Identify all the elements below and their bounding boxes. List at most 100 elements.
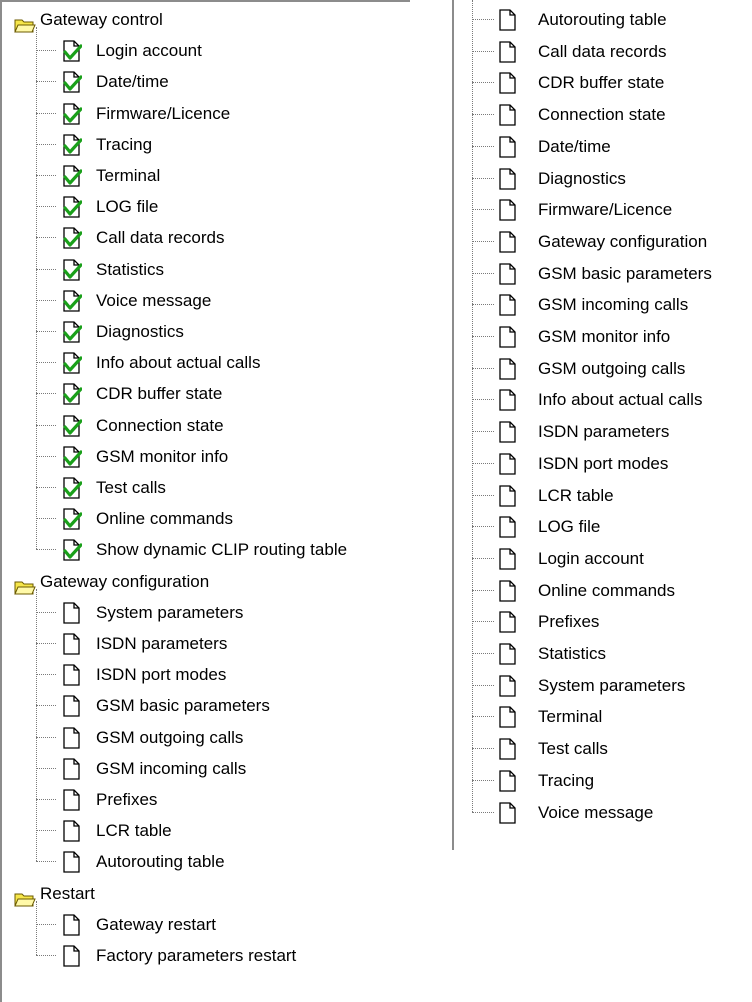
tree-item[interactable]: Login account [2, 35, 407, 66]
tree-item[interactable]: ISDN port modes [2, 659, 407, 690]
list-item-label: Diagnostics [538, 168, 626, 188]
tree-item[interactable]: ISDN parameters [2, 628, 407, 659]
tree-item[interactable]: System parameters [2, 597, 407, 628]
list-item[interactable]: GSM outgoing calls [454, 353, 752, 384]
list-item[interactable]: Firmware/Licence [454, 194, 752, 225]
page-icon [62, 695, 82, 718]
tree-connector [472, 82, 494, 84]
tree-item[interactable]: LCR table [2, 815, 407, 846]
page-icon [498, 453, 518, 475]
tree-item[interactable]: CDR buffer state [2, 378, 407, 409]
list-item[interactable]: Call data records [454, 36, 752, 67]
list-item[interactable]: Test calls [454, 733, 752, 764]
list-item[interactable]: Statistics [454, 638, 752, 669]
list-item[interactable]: LOG file [454, 511, 752, 542]
page-icon [62, 820, 82, 842]
tree-item-label: CDR buffer state [96, 384, 223, 404]
list-item[interactable]: Tracing [454, 765, 752, 796]
tree-connector [472, 399, 494, 401]
page-icon [498, 294, 518, 316]
list-item[interactable]: ISDN parameters [454, 416, 752, 447]
tree-item[interactable]: Prefixes [2, 784, 407, 815]
tree-item[interactable]: Diagnostics [2, 316, 407, 347]
tree-item[interactable]: LOG file [2, 191, 407, 222]
tree-connector [472, 684, 494, 686]
list-item[interactable]: Prefixes [454, 606, 752, 637]
list-item[interactable]: Diagnostics [454, 163, 752, 194]
list-item[interactable]: Terminal [454, 701, 752, 732]
tree-item-label: Gateway restart [96, 914, 216, 934]
list-item-label: Terminal [538, 707, 603, 727]
list-item[interactable]: Gateway configuration [454, 226, 752, 257]
checked-page-icon [62, 134, 83, 156]
tree-folder[interactable]: Gateway configuration [2, 566, 402, 597]
tree-connector [36, 643, 56, 644]
tree-connector [36, 362, 56, 364]
checked-page-icon [62, 446, 83, 468]
tree-connector [36, 175, 56, 176]
tree-item[interactable]: GSM basic parameters [2, 690, 407, 721]
list-item[interactable]: ISDN port modes [454, 448, 752, 479]
tree-item-label: Date/time [96, 72, 169, 92]
tree-item[interactable]: Connection state [2, 410, 407, 441]
folder-open-icon [14, 575, 36, 595]
page-icon [498, 199, 518, 221]
tree-connector [472, 19, 494, 20]
tree-item-label: Connection state [96, 415, 224, 435]
tree-connector [472, 114, 494, 116]
tree-connector [472, 589, 494, 591]
page-icon [498, 548, 518, 570]
list-item[interactable]: CDR buffer state [454, 67, 752, 98]
page-icon [498, 72, 518, 95]
tree-item[interactable]: Firmware/Licence [2, 98, 407, 129]
tree-item[interactable]: Tracing [2, 129, 407, 160]
tree-item[interactable]: Terminal [2, 160, 407, 191]
tree-item[interactable]: Test calls [2, 472, 407, 503]
list-item[interactable]: Voice message [454, 797, 752, 828]
folder-open-icon [14, 887, 36, 907]
tree-connector [36, 487, 56, 488]
page-icon [498, 389, 518, 412]
tree-connector [36, 237, 56, 239]
tree-item-label: Tracing [96, 134, 153, 154]
tree-item[interactable]: Statistics [2, 254, 407, 285]
tree-item[interactable]: Date/time [2, 66, 407, 97]
tree-item[interactable]: Online commands [2, 503, 407, 534]
list-item[interactable]: GSM incoming calls [454, 289, 752, 320]
tree-item[interactable]: GSM outgoing calls [2, 722, 407, 753]
tree-item[interactable]: Show dynamic CLIP routing table [2, 534, 407, 565]
tree-item-label: Voice message [96, 290, 212, 310]
tree-item[interactable]: Voice message [2, 285, 407, 316]
page-icon [498, 136, 518, 158]
tree-item[interactable]: GSM incoming calls [2, 753, 407, 784]
tree-folder[interactable]: Gateway control [2, 4, 402, 35]
tree-item[interactable]: Info about actual calls [2, 347, 407, 378]
tree-connector [36, 393, 56, 395]
page-icon [62, 758, 82, 780]
tree-connector-vertical [36, 900, 37, 955]
tree-item[interactable]: GSM monitor info [2, 441, 407, 472]
tree-folder[interactable]: Restart [2, 878, 402, 909]
list-item[interactable]: Info about actual calls [454, 384, 752, 415]
tree-item-label: Prefixes [96, 790, 158, 809]
list-item[interactable]: Online commands [454, 575, 752, 606]
tree-item[interactable]: Factory parameters restart [2, 940, 407, 971]
tree-connector [36, 268, 56, 270]
tree-connector [36, 518, 56, 520]
list-item[interactable]: Connection state [454, 99, 752, 130]
list-item[interactable]: GSM monitor info [454, 321, 752, 352]
list-item[interactable]: LCR table [454, 480, 752, 511]
list-item[interactable]: System parameters [454, 670, 752, 701]
tree-connector [36, 955, 56, 956]
tree-connector [36, 923, 56, 925]
list-item-label: Autorouting table [538, 10, 667, 29]
list-item[interactable]: Login account [454, 543, 752, 574]
list-item[interactable]: GSM basic parameters [454, 258, 752, 289]
tree-item[interactable]: Call data records [2, 222, 407, 253]
list-item[interactable]: Date/time [454, 131, 752, 162]
tree-connector [472, 748, 494, 750]
tree-item[interactable]: Autorouting table [2, 846, 407, 877]
tree-connector [36, 50, 56, 52]
tree-item[interactable]: Gateway restart [2, 909, 407, 940]
list-item[interactable]: Autorouting table [454, 4, 752, 35]
